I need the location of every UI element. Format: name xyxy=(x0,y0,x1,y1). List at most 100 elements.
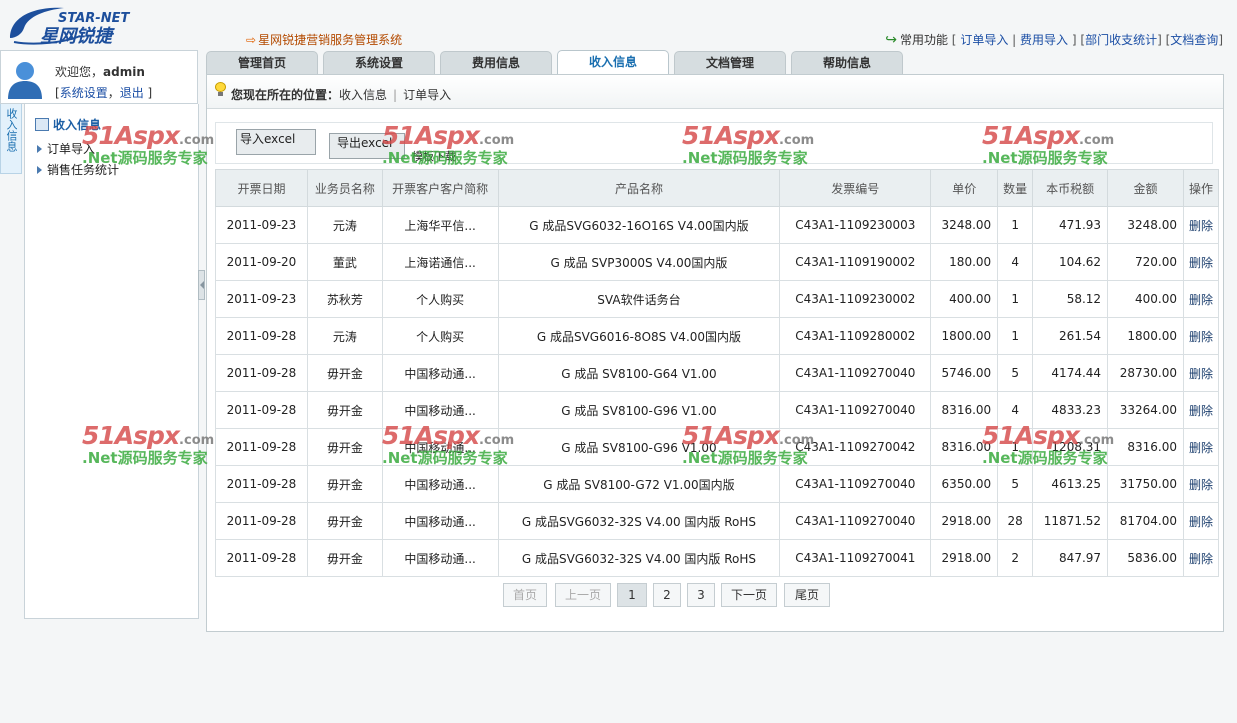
delete-cell: 删除 xyxy=(1182,465,1220,503)
table-cell: 董武 xyxy=(306,243,383,281)
table-cell: 2918.00 xyxy=(930,502,999,540)
delete-link[interactable]: 删除 xyxy=(1189,404,1213,418)
logo: STAR-NET 星网锐捷 xyxy=(6,2,140,47)
table-cell: 毋开金 xyxy=(306,391,383,429)
delete-link[interactable]: 删除 xyxy=(1189,441,1213,455)
table-cell: 4 xyxy=(997,243,1034,281)
table-cell: 元涛 xyxy=(306,317,383,355)
tab-fee-info[interactable]: 费用信息 xyxy=(440,51,552,75)
sidebar-item-sales-stats[interactable]: 销售任务统计 xyxy=(37,161,119,178)
table-cell: 苏秋芳 xyxy=(306,280,383,318)
table-header: 开票日期 业务员名称 开票客户客户简称 产品名称 发票编号 单价 数量 本币税额… xyxy=(215,169,1220,207)
table-cell: 2011-09-28 xyxy=(215,391,308,429)
table-cell: 400.00 xyxy=(1107,280,1184,318)
delete-link[interactable]: 删除 xyxy=(1189,552,1213,566)
delete-link[interactable]: 删除 xyxy=(1189,219,1213,233)
first-page-button[interactable]: 首页 xyxy=(503,583,547,607)
delete-link[interactable]: 删除 xyxy=(1189,293,1213,307)
welcome-text: 欢迎您，admin xyxy=(55,65,145,79)
tab-home[interactable]: 管理首页 xyxy=(206,51,318,75)
column-header[interactable]: 开票日期 xyxy=(215,169,308,207)
page-3-button[interactable]: 3 xyxy=(687,583,715,607)
last-page-button[interactable]: 尾页 xyxy=(784,583,830,607)
column-header[interactable]: 业务员名称 xyxy=(306,169,383,207)
tab-help-info[interactable]: 帮助信息 xyxy=(791,51,903,75)
tab-doc-management[interactable]: 文档管理 xyxy=(674,51,786,75)
next-page-button[interactable]: 下一页 xyxy=(721,583,777,607)
table-cell: C43A1-1109190002 xyxy=(779,243,932,281)
breadcrumb-item[interactable]: 订单导入 xyxy=(403,88,451,102)
toolbar: 导入excel 导出excel 模板下载 xyxy=(215,122,1213,164)
column-header[interactable]: 单价 xyxy=(930,169,999,207)
column-header[interactable]: 本币税额 xyxy=(1032,169,1109,207)
sidebar-menu: 收入信息 订单导入 销售任务统计 xyxy=(24,104,199,619)
breadcrumb: 您现在所在的位置：收入信息 | 订单导入 xyxy=(207,75,1223,109)
export-excel-button[interactable]: 导出excel xyxy=(329,133,405,159)
arrow-icon: ⇨ xyxy=(246,33,257,47)
table-cell: SVA软件话务台 xyxy=(497,280,781,318)
system-title: ⇨ 星网锐捷营销服务管理系统 xyxy=(246,33,403,47)
table-cell: G 成品SVG6016-8O8S V4.00国内版 xyxy=(497,317,781,355)
table-cell: 8316.00 xyxy=(930,428,999,466)
column-header[interactable]: 数量 xyxy=(997,169,1034,207)
quick-link-fee-import[interactable]: 费用导入 xyxy=(1020,33,1068,47)
quick-link-dept-stats[interactable]: 部门收支统计 xyxy=(1085,33,1157,47)
delete-link[interactable]: 删除 xyxy=(1189,515,1213,529)
page-2-button[interactable]: 2 xyxy=(653,583,681,607)
content-panel: 您现在所在的位置：收入信息 | 订单导入 导入excel 导出excel 模板下载 … xyxy=(206,74,1224,632)
sidebar-item-order-import[interactable]: 订单导入 xyxy=(37,140,95,157)
orders-table: 开票日期 业务员名称 开票客户客户简称 产品名称 发票编号 单价 数量 本币税额… xyxy=(215,169,1220,577)
table-cell: C43A1-1109270042 xyxy=(779,428,932,466)
folder-icon xyxy=(35,118,49,131)
delete-link[interactable]: 删除 xyxy=(1189,330,1213,344)
tab-income-info[interactable]: 收入信息 xyxy=(557,50,669,76)
table-cell: G 成品SVG6032-16O16S V4.00国内版 xyxy=(497,206,781,244)
table-cell: 5 xyxy=(997,465,1034,503)
table-cell: 261.54 xyxy=(1032,317,1109,355)
sidebar-vertical-tab[interactable]: 收入信息 xyxy=(0,104,22,174)
quick-link-order-import[interactable]: 订单导入 xyxy=(960,33,1008,47)
settings-link[interactable]: 系统设置 xyxy=(60,86,108,100)
column-header[interactable]: 金额 xyxy=(1107,169,1184,207)
table-cell: 2011-09-28 xyxy=(215,428,308,466)
table-row: 2011-09-28 元涛 个人购买 G 成品SVG6016-8O8S V4.00国内… xyxy=(215,317,1220,355)
sidebar-collapse-handle[interactable] xyxy=(198,270,205,300)
table-cell: 2011-09-28 xyxy=(215,465,308,503)
table-cell: G 成品SVG6032-32S V4.00 国内版 RoHS xyxy=(497,502,781,540)
tab-system-settings[interactable]: 系统设置 xyxy=(323,51,435,75)
delete-cell: 删除 xyxy=(1182,206,1220,244)
prev-page-button[interactable]: 上一页 xyxy=(555,583,611,607)
table-cell: 28 xyxy=(997,502,1034,540)
quick-link-doc-query[interactable]: 文档查询 xyxy=(1170,33,1218,47)
column-header[interactable]: 产品名称 xyxy=(497,169,781,207)
username: admin xyxy=(103,65,145,79)
table-cell: 28730.00 xyxy=(1107,354,1184,392)
table-cell: 81704.00 xyxy=(1107,502,1184,540)
svg-text:STAR-NET: STAR-NET xyxy=(58,11,130,26)
avatar xyxy=(6,59,44,99)
table-cell: 上海诺通信... xyxy=(381,243,499,281)
import-excel-button[interactable]: 导入excel xyxy=(236,129,316,155)
table-cell: 1208.31 xyxy=(1032,428,1109,466)
delete-link[interactable]: 删除 xyxy=(1189,256,1213,270)
table-cell: 3248.00 xyxy=(1107,206,1184,244)
table-cell: C43A1-1109270040 xyxy=(779,354,932,392)
table-cell: 5836.00 xyxy=(1107,539,1184,577)
page-1-button[interactable]: 1 xyxy=(617,583,647,607)
table-cell: C43A1-1109270040 xyxy=(779,391,932,429)
table-cell: 毋开金 xyxy=(306,428,383,466)
logout-link[interactable]: 退出 xyxy=(120,86,144,100)
table-cell: 1800.00 xyxy=(1107,317,1184,355)
delete-cell: 删除 xyxy=(1182,391,1220,429)
table-cell: 471.93 xyxy=(1032,206,1109,244)
breadcrumb-item[interactable]: 收入信息 xyxy=(339,88,387,102)
user-panel: 欢迎您，admin [系统设置，退出 ] xyxy=(0,50,198,104)
table-row: 2011-09-23 苏秋芳 个人购买 SVA软件话务台 C43A1-110923000… xyxy=(215,280,1220,318)
column-header[interactable]: 开票客户客户简称 xyxy=(381,169,499,207)
column-header[interactable]: 发票编号 xyxy=(779,169,932,207)
delete-link[interactable]: 删除 xyxy=(1189,367,1213,381)
delete-link[interactable]: 删除 xyxy=(1189,478,1213,492)
table-cell: 2011-09-28 xyxy=(215,354,308,392)
template-download-link[interactable]: 模板下载 xyxy=(412,148,456,164)
table-cell: 2011-09-28 xyxy=(215,317,308,355)
